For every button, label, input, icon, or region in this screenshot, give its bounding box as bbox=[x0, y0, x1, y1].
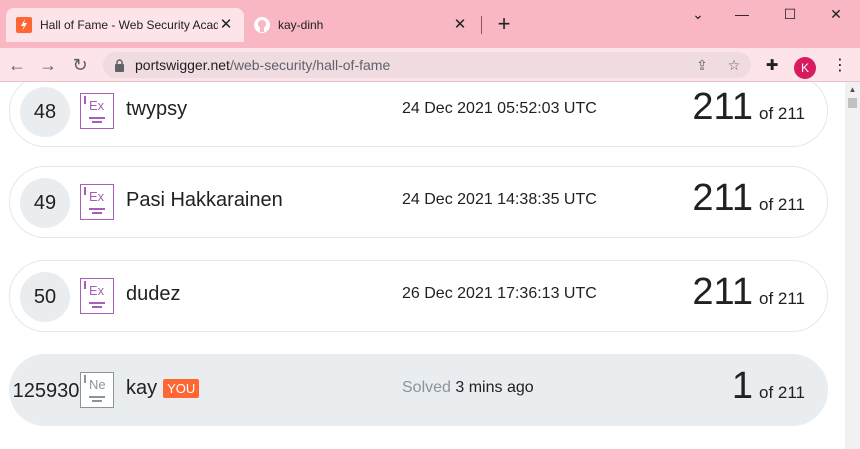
solved-time: Solved 3 mins ago bbox=[402, 379, 534, 397]
rank-number: 125930 bbox=[12, 380, 80, 402]
forward-icon[interactable]: → bbox=[35, 52, 61, 78]
close-window-icon[interactable]: ✕ bbox=[816, 4, 856, 24]
scroll-up-icon[interactable]: ▲ bbox=[845, 82, 860, 97]
share-icon[interactable]: ⇪ bbox=[693, 56, 711, 74]
tab-hall-of-fame[interactable]: Hall of Fame - Web Security Acad ✕ bbox=[6, 8, 244, 42]
address-bar[interactable]: portswigger.net/web-security/hall-of-fam… bbox=[103, 52, 751, 78]
leaderboard-row: 50 Ex dudez 26 Dec 2021 17:36:13 UTC 211… bbox=[9, 260, 828, 332]
portswigger-favicon-icon bbox=[16, 17, 32, 33]
username: dudez bbox=[126, 283, 181, 306]
url-path: /web-security/hall-of-fame bbox=[229, 57, 391, 73]
expert-level-badge-icon: Ex bbox=[80, 184, 114, 220]
score: 211 of 211 bbox=[692, 177, 805, 220]
hall-of-fame-list: 48 Ex twypsy 24 Dec 2021 05:52:03 UTC 21… bbox=[0, 82, 845, 449]
tab-close-icon[interactable]: ✕ bbox=[218, 17, 234, 33]
rank-number: 50 bbox=[20, 272, 70, 322]
score: 1 of 211 bbox=[732, 365, 805, 408]
username: twypsy bbox=[126, 98, 187, 121]
solved-count: 211 bbox=[692, 177, 753, 219]
extensions-puzzle-icon[interactable]: ✚ bbox=[762, 56, 782, 76]
leaderboard-row: 49 Ex Pasi Hakkarainen 24 Dec 2021 14:38… bbox=[9, 166, 828, 238]
tab-kay-dinh[interactable]: kay-dinh ✕ bbox=[244, 8, 478, 42]
completion-date: 26 Dec 2021 17:36:13 UTC bbox=[402, 285, 597, 302]
username-text: dudez bbox=[126, 283, 181, 305]
maximize-icon[interactable]: ☐ bbox=[770, 4, 810, 24]
rank-number: 49 bbox=[20, 178, 70, 228]
solved-count: 1 bbox=[731, 365, 753, 407]
username-text: Pasi Hakkarainen bbox=[126, 189, 283, 211]
url-host: portswigger.net bbox=[135, 57, 230, 73]
level-label: Ne bbox=[89, 377, 106, 392]
level-label: Ex bbox=[89, 283, 105, 298]
lock-icon[interactable] bbox=[113, 58, 125, 72]
username: Pasi Hakkarainen bbox=[126, 189, 283, 212]
tab-title: Hall of Fame - Web Security Acad bbox=[40, 18, 218, 32]
score: 211 of 211 bbox=[692, 86, 805, 129]
you-badge: YOU bbox=[163, 379, 200, 398]
minimize-icon[interactable]: — bbox=[722, 4, 762, 24]
new-tab-icon[interactable]: + bbox=[492, 12, 516, 36]
expert-level-badge-icon: Ex bbox=[80, 93, 114, 129]
solved-time-value: 3 mins ago bbox=[455, 379, 534, 396]
username-text: kay bbox=[126, 377, 158, 399]
github-favicon-icon bbox=[254, 17, 270, 33]
solved-count: 211 bbox=[692, 271, 753, 313]
tab-title: kay-dinh bbox=[278, 18, 324, 32]
rank-number: 48 bbox=[20, 87, 70, 137]
expert-level-badge-icon: Ex bbox=[80, 278, 114, 314]
tab-separator bbox=[481, 16, 482, 34]
solved-total: of 211 bbox=[758, 104, 805, 123]
leaderboard-row: 48 Ex twypsy 24 Dec 2021 05:52:03 UTC 21… bbox=[9, 82, 828, 147]
back-icon[interactable]: ← bbox=[4, 52, 30, 78]
username-text: twypsy bbox=[126, 98, 188, 120]
solved-total: of 211 bbox=[758, 289, 805, 308]
solved-label: Solved bbox=[402, 379, 451, 396]
scrollbar-thumb[interactable] bbox=[848, 98, 857, 108]
completion-date: 24 Dec 2021 05:52:03 UTC bbox=[402, 100, 597, 117]
level-label: Ex bbox=[89, 189, 105, 204]
score: 211 of 211 bbox=[692, 271, 805, 314]
browser-toolbar: ← → ↻ portswigger.net/web-security/hall-… bbox=[0, 48, 860, 82]
tab-strip: Hall of Fame - Web Security Acad ✕ kay-d… bbox=[0, 0, 860, 48]
newcomer-level-badge-icon: Ne bbox=[80, 372, 114, 408]
reload-icon[interactable]: ↻ bbox=[67, 52, 93, 78]
level-label: Ex bbox=[89, 98, 105, 113]
completion-date: 24 Dec 2021 14:38:35 UTC bbox=[402, 191, 597, 208]
username: kay YOU bbox=[126, 377, 200, 400]
solved-total: of 211 bbox=[758, 195, 805, 214]
vertical-scrollbar[interactable]: ▲ bbox=[845, 82, 860, 449]
your-leaderboard-row: 125930 Ne kay YOU Solved 3 mins ago 1 of… bbox=[9, 354, 828, 426]
tab-search-chevron-icon[interactable]: ⌄ bbox=[678, 4, 718, 24]
menu-dots-icon[interactable]: ⋮ bbox=[830, 56, 850, 76]
solved-total: of 211 bbox=[758, 383, 805, 402]
solved-count: 211 bbox=[692, 86, 753, 128]
profile-avatar[interactable]: K bbox=[794, 57, 816, 79]
tab-close-icon[interactable]: ✕ bbox=[452, 17, 468, 33]
bookmark-star-icon[interactable]: ☆ bbox=[725, 56, 743, 74]
